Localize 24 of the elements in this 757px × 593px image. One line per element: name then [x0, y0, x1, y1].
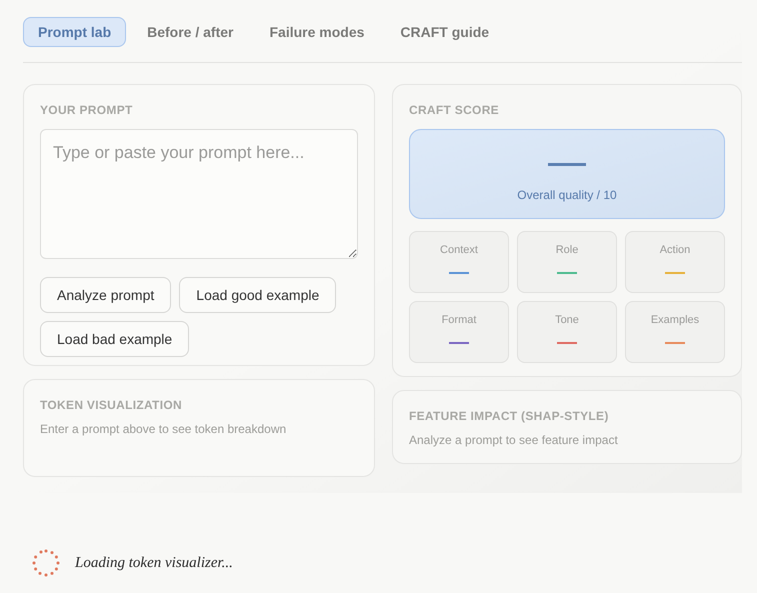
prompt-input-field[interactable]: Type or paste your prompt here... — [40, 129, 358, 259]
tab[interactable]: Before / after — [132, 17, 248, 47]
tab[interactable]: Failure modes — [254, 17, 380, 47]
dimension-label: Action — [660, 243, 690, 258]
panel-title: YOUR PROMPT — [40, 102, 134, 119]
loading-message: Loading token visualizer... — [75, 554, 233, 573]
dimension-label: Examples — [650, 313, 700, 328]
tab[interactable]: Prompt lab — [23, 17, 126, 47]
overall-label: Overall quality / 10 — [517, 187, 617, 204]
dimension-label: Tone — [555, 313, 579, 328]
action-button[interactable]: Load good example — [179, 277, 336, 313]
dimension-label: Format — [442, 313, 476, 328]
empty-message: Enter a prompt above to see token breakdown — [40, 421, 288, 438]
loading-spinner-icon — [32, 549, 60, 577]
empty-message: Analyze a prompt to see feature impact — [409, 432, 619, 449]
dimension-label: Context — [440, 243, 478, 258]
dimension-label: Role — [556, 243, 578, 258]
panel-title: FEATURE IMPACT (SHAP-STYLE) — [409, 408, 610, 425]
score-dash — [548, 163, 586, 166]
tab[interactable]: CRAFT guide — [385, 17, 504, 47]
panel-title: CRAFT SCORE — [409, 102, 500, 119]
panel-title: TOKEN VISUALIZATION — [40, 397, 183, 414]
action-button[interactable]: Analyze prompt — [40, 277, 172, 313]
action-button[interactable]: Load bad example — [40, 321, 190, 357]
